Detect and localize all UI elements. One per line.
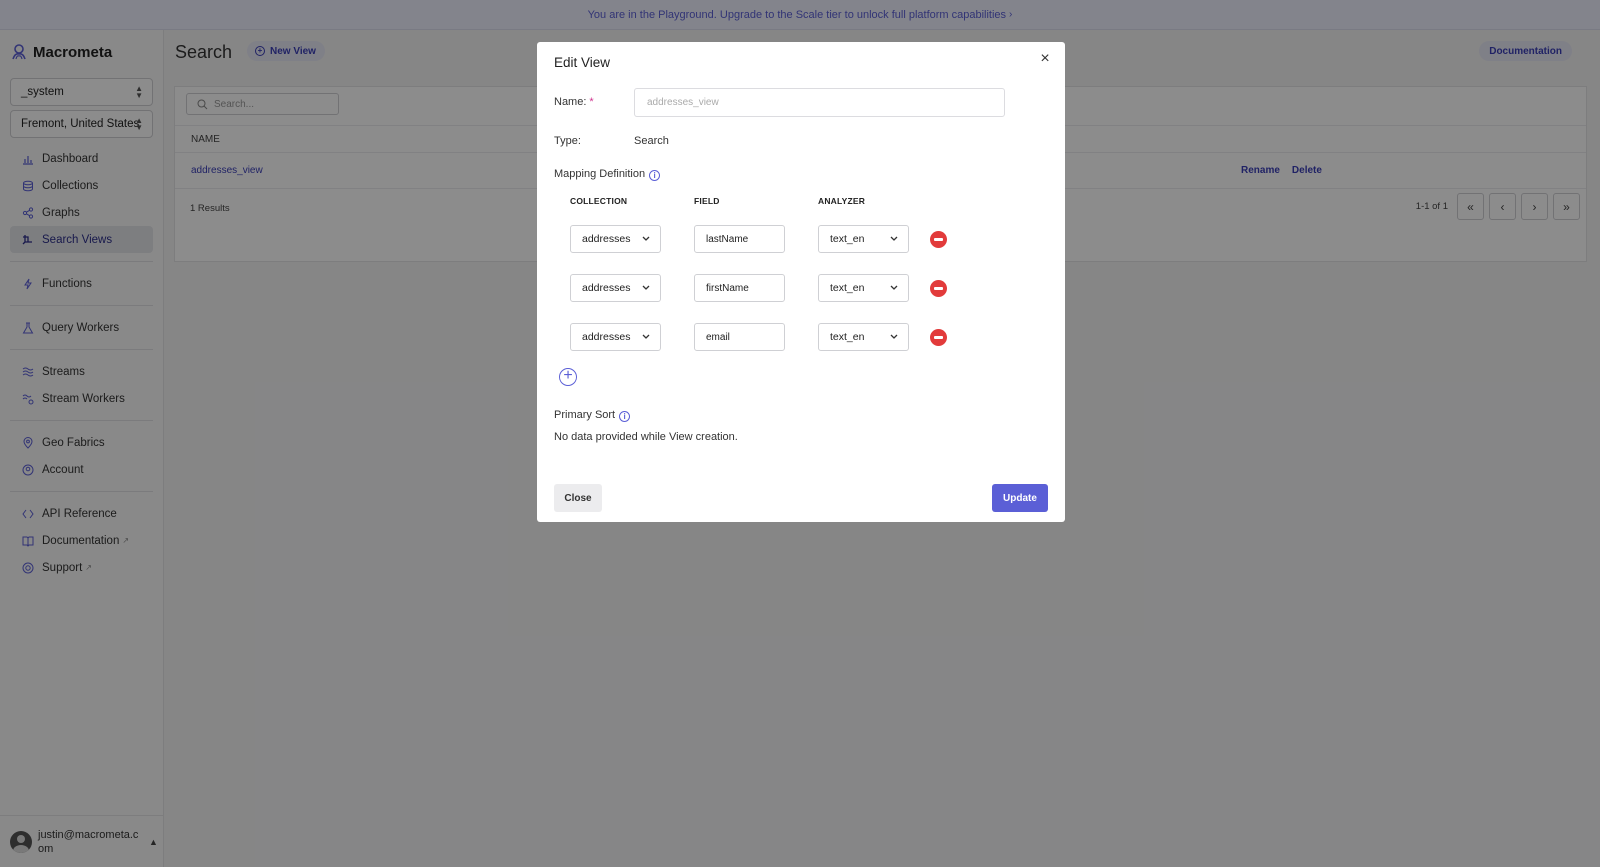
- collection-select[interactable]: addresses: [570, 323, 661, 351]
- chevron-down-icon: [889, 282, 899, 292]
- name-label-text: Name:: [554, 96, 587, 108]
- close-button[interactable]: Close: [554, 484, 602, 512]
- analyzer-select[interactable]: text_en: [818, 225, 909, 253]
- field-input-value: email: [706, 331, 730, 343]
- close-icon[interactable]: ×: [1038, 51, 1052, 67]
- chevron-down-icon: [889, 233, 899, 243]
- mapping-definition-label: Mapping Definition i: [554, 168, 661, 181]
- info-icon[interactable]: i: [649, 170, 661, 181]
- collection-select[interactable]: addresses: [570, 274, 661, 302]
- mapping-definition-text: Mapping Definition: [554, 168, 646, 180]
- column-header-collection: COLLECTION: [570, 196, 628, 206]
- field-input-value: lastName: [706, 233, 749, 245]
- chevron-down-icon: [641, 331, 651, 341]
- collection-select-value: addresses: [582, 331, 631, 343]
- collection-select[interactable]: addresses: [570, 225, 661, 253]
- remove-mapping-icon[interactable]: [930, 231, 947, 248]
- dialog-title: Edit View: [554, 55, 611, 70]
- name-field-placeholder: addresses_view: [647, 97, 719, 108]
- primary-sort-label: Primary Sort i: [554, 409, 631, 422]
- collection-select-value: addresses: [582, 282, 631, 294]
- column-header-field: FIELD: [694, 196, 720, 206]
- name-label: Name: *: [554, 96, 594, 108]
- type-value: Search: [634, 135, 669, 147]
- chevron-down-icon: [641, 233, 651, 243]
- primary-sort-text: Primary Sort: [554, 409, 616, 421]
- analyzer-select[interactable]: text_en: [818, 274, 909, 302]
- required-marker: *: [589, 96, 594, 108]
- analyzer-select-value: text_en: [830, 233, 865, 245]
- analyzer-select-value: text_en: [830, 282, 865, 294]
- name-field[interactable]: addresses_view: [634, 88, 1005, 117]
- edit-view-dialog: Edit View × Name: * addresses_view Type: …: [537, 42, 1065, 522]
- analyzer-select[interactable]: text_en: [818, 323, 909, 351]
- update-button[interactable]: Update: [992, 484, 1048, 512]
- analyzer-select-value: text_en: [830, 331, 865, 343]
- chevron-down-icon: [641, 282, 651, 292]
- field-input-value: firstName: [706, 282, 749, 294]
- field-input[interactable]: firstName: [694, 274, 785, 302]
- field-input[interactable]: lastName: [694, 225, 785, 253]
- chevron-down-icon: [889, 331, 899, 341]
- collection-select-value: addresses: [582, 233, 631, 245]
- column-header-analyzer: ANALYZER: [818, 196, 866, 206]
- remove-mapping-icon[interactable]: [930, 329, 947, 346]
- type-label: Type:: [554, 135, 581, 147]
- field-input[interactable]: email: [694, 323, 785, 351]
- info-icon[interactable]: i: [619, 411, 631, 422]
- primary-sort-empty-text: No data provided while View creation.: [554, 431, 738, 443]
- remove-mapping-icon[interactable]: [930, 280, 947, 297]
- add-mapping-icon[interactable]: +: [559, 368, 577, 386]
